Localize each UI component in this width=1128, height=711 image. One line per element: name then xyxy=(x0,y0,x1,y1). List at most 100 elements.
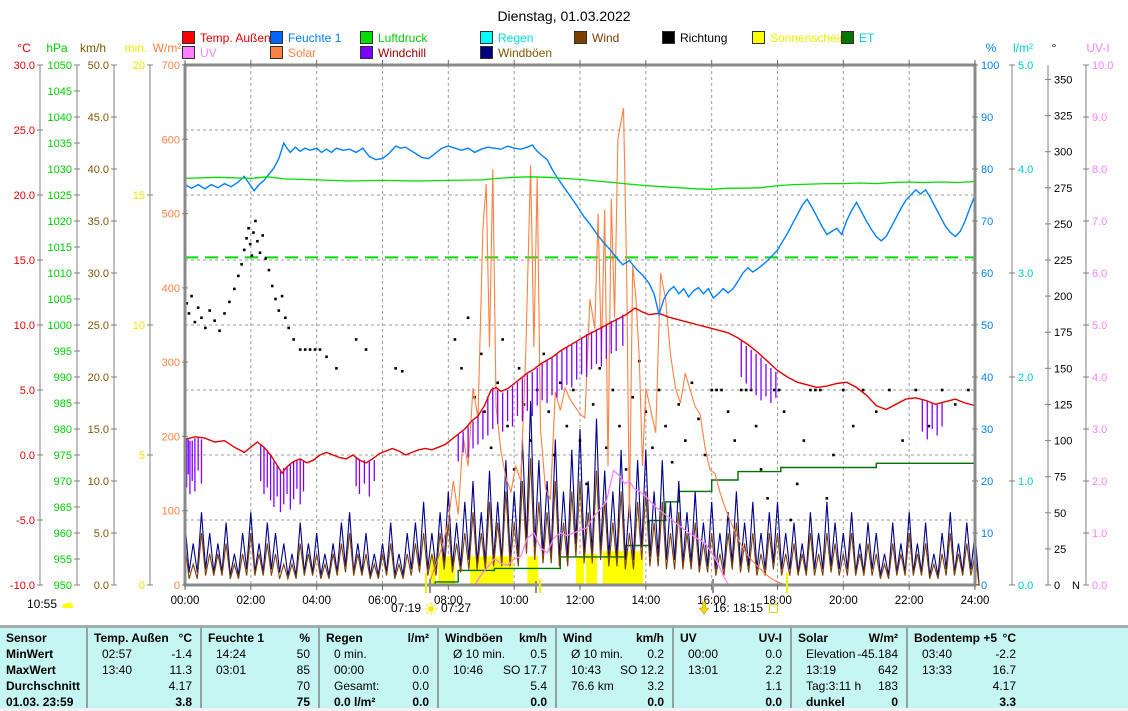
axis-tick-label: 20.0 xyxy=(88,372,109,384)
column-name: Temp. Außen xyxy=(94,631,169,645)
series-richtung-point xyxy=(251,254,254,257)
series-richtung-point xyxy=(268,269,271,272)
sunset-times: 16: 18:15 xyxy=(713,601,763,615)
axis-tick-label: 30 xyxy=(981,424,993,436)
column-unit: km/h xyxy=(636,631,664,645)
axis-tick-label: 1045 xyxy=(48,86,72,98)
axis-tick-label: 2.0 xyxy=(1018,372,1033,384)
cell-time: Tag:3:11 h xyxy=(806,679,861,693)
axis-tick-label: 965 xyxy=(54,502,72,514)
series-richtung-point xyxy=(862,389,865,392)
axis-tick-label: 955 xyxy=(54,554,72,566)
series-richtung-point xyxy=(733,439,736,442)
axis-tick-label: 20 xyxy=(133,60,145,72)
series-richtung-point xyxy=(967,389,970,392)
column-name: Solar xyxy=(798,631,828,645)
axis-tick-label: 6.0 xyxy=(1092,268,1107,280)
series-richtung-point xyxy=(745,389,748,392)
cell-value: 0.0 xyxy=(412,679,429,693)
axis-tick-label: 1050 xyxy=(48,60,72,72)
axis-header-hPa: hPa xyxy=(46,41,68,55)
series-richtung-point xyxy=(755,425,758,428)
cell-time: 00:00 xyxy=(334,663,364,677)
series-richtung-point xyxy=(720,389,723,392)
table-column-header: Windböenkm/h xyxy=(439,628,555,646)
series-richtung-point xyxy=(208,309,211,312)
cell-value: -45.184 xyxy=(857,647,898,661)
series-richtung-point xyxy=(928,425,931,428)
series-richtung-point xyxy=(572,389,575,392)
axis-tick-label: 100 xyxy=(981,60,999,72)
axis-tick-label: 0.0 xyxy=(1018,580,1033,592)
cell-value: 3.8 xyxy=(175,695,192,709)
axis-tick-label: 175 xyxy=(1054,327,1072,339)
series-richtung-point xyxy=(325,355,328,358)
table-cell-row: 13:012.2 xyxy=(674,662,790,678)
series-richtung-point xyxy=(480,353,483,356)
axis-tick-label: 20 xyxy=(981,476,993,488)
axis-tick-label: -10.0 xyxy=(10,580,35,592)
axis-tick-label: 5.0 xyxy=(1018,60,1033,72)
table-column-header: Windkm/h xyxy=(557,628,672,646)
series-richtung-point xyxy=(766,497,769,500)
series-richtung-point xyxy=(259,251,262,254)
table-column-header: UVUV-I xyxy=(674,628,790,646)
cell-value: 0.5 xyxy=(530,647,547,661)
sunrise-icon xyxy=(424,602,438,615)
axis-tick-label: 700 xyxy=(162,60,180,72)
axis-tick-label: 275 xyxy=(1054,183,1072,195)
series-richtung-point xyxy=(281,295,284,298)
series-richtung-point xyxy=(335,367,338,370)
axis-tick-label: 9.0 xyxy=(1092,112,1107,124)
cell-time: Ø 10 min. xyxy=(453,647,505,661)
axis-header-l/m²: l/m² xyxy=(1013,41,1033,55)
cell-time: 10:46 xyxy=(453,663,483,677)
table-column-solar: SolarW/m²Elevation-45.18413:19642Tag:3:1… xyxy=(790,628,906,711)
axis-tick-label: 1010 xyxy=(48,268,72,280)
series-richtung-point xyxy=(796,483,799,486)
series-richtung-point xyxy=(914,389,917,392)
table-cell-row: Tag:3:11 h 183 xyxy=(792,678,906,694)
cell-time: 13:01 xyxy=(688,663,718,677)
table-cell-row: 10:43SO 12.2 xyxy=(557,662,672,678)
axis-tick-label: 3.0 xyxy=(1092,424,1107,436)
axis-tick-label: 500 xyxy=(162,209,180,221)
table-header-sensor: Sensor xyxy=(0,628,86,646)
axis-tick-label: 350 xyxy=(1054,74,1072,86)
axis-tick-label: 0 xyxy=(174,580,180,592)
cell-value: 4.17 xyxy=(993,679,1016,693)
cell-value: 183 xyxy=(878,679,898,693)
series-sonnenschein-bar xyxy=(527,556,538,584)
cell-value: 85 xyxy=(297,663,310,677)
series-richtung-point xyxy=(598,367,601,370)
series-richtung-point xyxy=(460,367,463,370)
cell-time: Ø 10 min. xyxy=(571,647,623,661)
table-cell-row: 76.6 km3.2 xyxy=(557,678,672,694)
cell-value: 4.17 xyxy=(169,679,192,693)
series-richtung-point xyxy=(314,348,317,351)
axis-tick-label: 50 xyxy=(1054,508,1066,520)
series-richtung-point xyxy=(559,381,562,384)
cell-value: 70 xyxy=(297,679,310,693)
series-richtung-point xyxy=(319,348,322,351)
series-richtung-point xyxy=(684,439,687,442)
axis-tick-label: 980 xyxy=(54,424,72,436)
axis-tick-label: 25 xyxy=(1054,544,1066,556)
cell-time: 76.6 km xyxy=(571,679,614,693)
axis-tick-label: 10.0 xyxy=(14,320,35,332)
weather-chart: 30.025.020.015.010.05.00.0-5.0-10.0°C105… xyxy=(0,0,1128,625)
series-richtung-point xyxy=(204,327,207,330)
table-cell-row: 1.1 xyxy=(674,678,790,694)
table-column-feuchte-1: Feuchte 1%14:245003:01857075 xyxy=(200,628,318,711)
axis-tick-label: 1040 xyxy=(48,112,72,124)
table-column-sensor: SensorMinWertMaxWertDurchschnitt01.03. 2… xyxy=(0,628,86,711)
series-richtung-point xyxy=(954,403,957,406)
cell-time: 14:24 xyxy=(216,647,246,661)
series-richtung-point xyxy=(803,439,806,442)
series-richtung-point xyxy=(188,312,191,315)
series-richtung-point xyxy=(547,410,550,413)
axis-tick-label: 225 xyxy=(1054,255,1072,267)
table-column-temp-aussen: Temp. Außen°C02:57-1.413:4011.34.173.8 xyxy=(86,628,200,711)
axis-tick-label: 10.0 xyxy=(88,476,109,488)
series-richtung-point xyxy=(819,389,822,392)
